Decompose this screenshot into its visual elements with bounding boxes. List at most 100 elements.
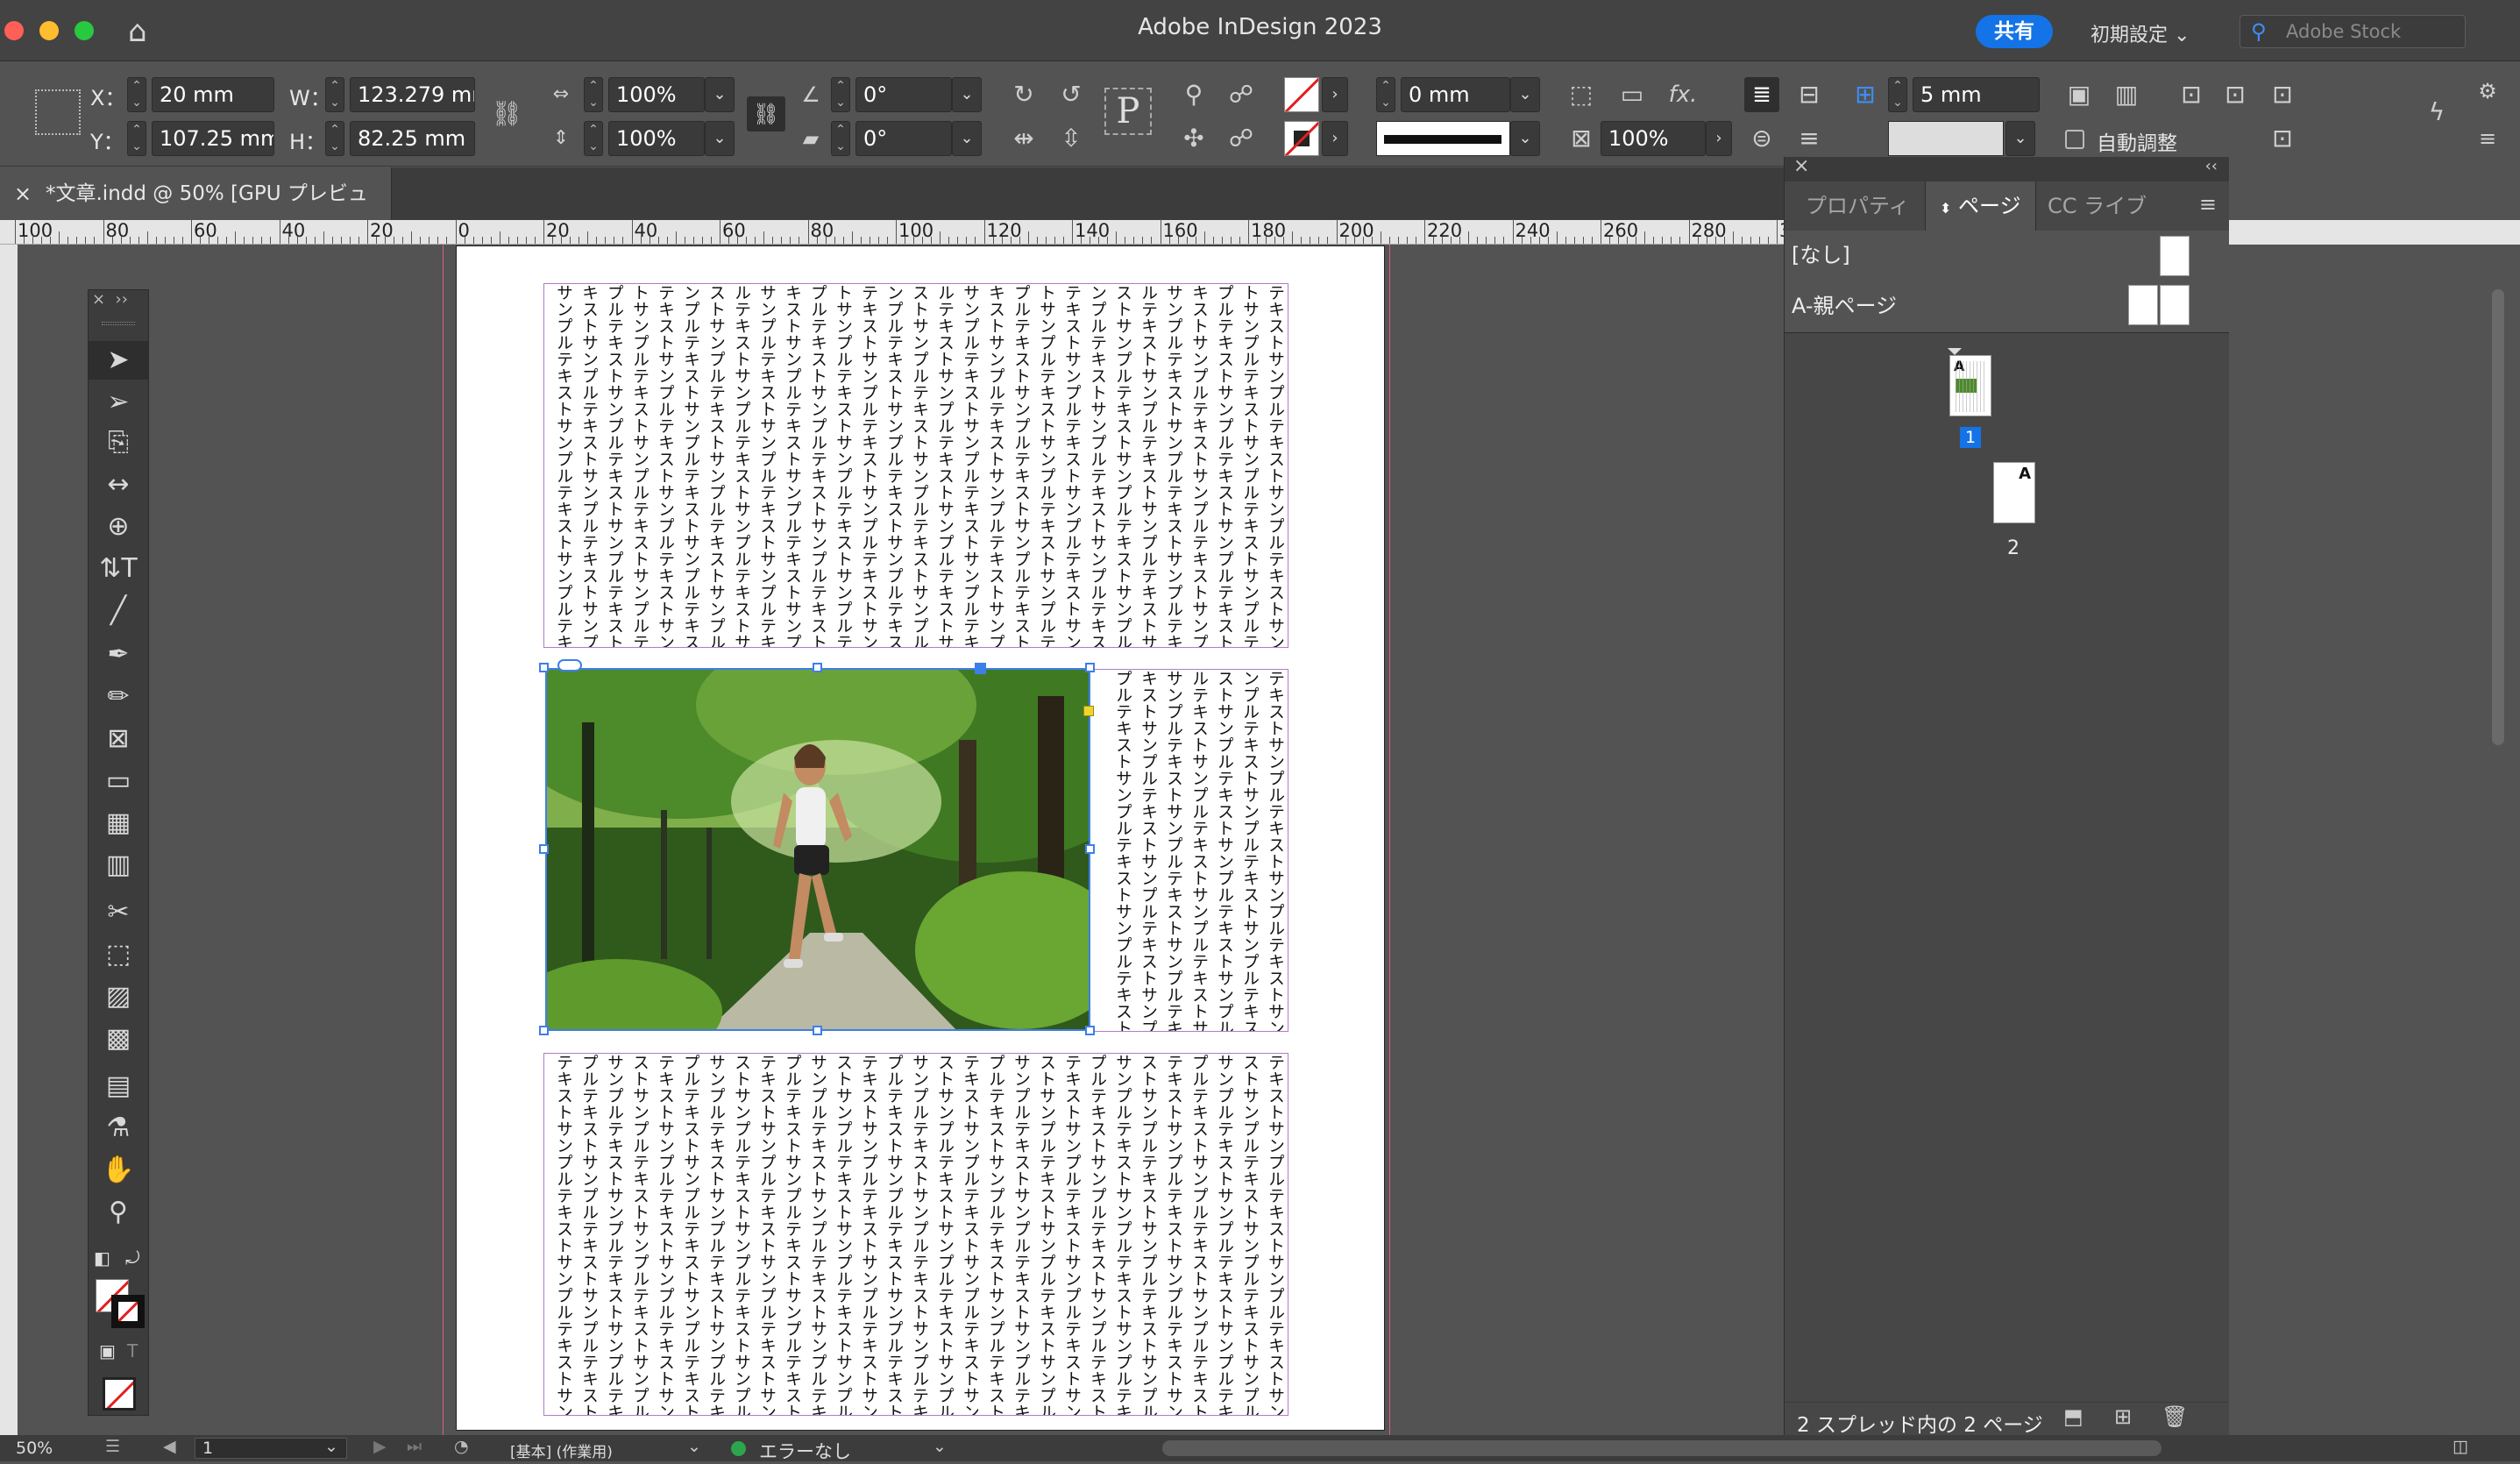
scale-y-dropdown[interactable]: ⌄ [705, 121, 735, 156]
fitting-fit-proportional-icon[interactable]: ▥ [2109, 77, 2144, 112]
page-tool-icon[interactable]: ⎘ [89, 423, 148, 462]
resize-handle-right[interactable] [1085, 844, 1095, 854]
constrain-proportions-icon[interactable]: ⛓ [489, 96, 524, 131]
text-wrap-none-icon[interactable]: ≣ [1744, 77, 1779, 112]
hand-tool-icon[interactable]: ✋ [89, 1151, 148, 1190]
stroke-none-swatch[interactable] [1284, 121, 1319, 156]
workspace-switcher[interactable]: 初期設定 ⌄ [2091, 19, 2190, 47]
pen-tool-icon[interactable]: ✒ [89, 636, 148, 674]
h-stepper[interactable]: ⌃ ⌄ [325, 121, 344, 156]
gear-icon[interactable]: ⚙ [2470, 74, 2505, 109]
share-button[interactable]: 共有 [1976, 15, 2053, 48]
text-frame-reference-icon[interactable]: P [1104, 88, 1152, 135]
stroke-type-field[interactable] [1376, 121, 1510, 156]
master-a-left-thumbnail[interactable] [2128, 285, 2158, 325]
opacity-menu[interactable]: › [1706, 121, 1732, 156]
flip-vertical-icon[interactable]: ⇳ [1054, 121, 1089, 156]
page-options-icon[interactable]: ☰ [105, 1437, 120, 1456]
stroke-weight-dropdown[interactable]: ⌄ [1510, 77, 1540, 112]
toolbox-grip[interactable] [102, 322, 135, 325]
stroke-type-dropdown[interactable]: ⌄ [1510, 121, 1540, 156]
new-page-icon[interactable]: ⊞ [2114, 1404, 2132, 1429]
adobe-stock-search[interactable]: ⚲ Adobe Stock [2240, 15, 2466, 48]
rotate-ccw-icon[interactable]: ↺ [1054, 77, 1089, 112]
preflight-profile-dropdown[interactable]: ⌄ [687, 1437, 701, 1456]
tab-pages[interactable]: ⬍ ページ [1925, 181, 2036, 231]
select-next-icon[interactable]: ☍ [1224, 121, 1259, 156]
gradient-feather-tool-icon[interactable]: ▩ [89, 1020, 148, 1058]
direct-selection-tool-icon[interactable]: ➢ [89, 383, 148, 422]
object-style-dropdown[interactable]: ⌄ [2005, 121, 2035, 156]
apply-none-swatch[interactable] [103, 1377, 136, 1411]
shear-stepper[interactable]: ⌃ ⌄ [831, 121, 850, 156]
page-2-number[interactable]: 2 [2007, 537, 2020, 559]
fit-content-icon[interactable]: ⬚ [1564, 77, 1599, 112]
swap-fill-stroke-icon[interactable]: ⤾ [125, 1247, 146, 1269]
scale-y-stepper[interactable]: ⌃ ⌄ [584, 121, 603, 156]
x-stepper[interactable]: ⌃ ⌄ [127, 77, 146, 112]
stroke-swatch[interactable] [111, 1295, 145, 1328]
previous-page-icon[interactable]: ◀ [163, 1437, 176, 1456]
rectangle-frame-tool-icon[interactable]: ⊠ [89, 720, 148, 758]
rotate-field[interactable]: 0° [855, 77, 952, 112]
constrain-scale-icon[interactable]: ⛓ [747, 96, 785, 131]
resize-handle-top-right[interactable] [1085, 663, 1095, 672]
y-stepper[interactable]: ⌃ ⌄ [127, 121, 146, 156]
gap-tool-icon[interactable]: ↔ [89, 465, 148, 504]
formatting-container-icon[interactable]: ▣ [99, 1340, 116, 1361]
gap-stepper[interactable]: ⌃ ⌄ [1888, 77, 1907, 112]
default-fill-stroke-icon[interactable]: ◧ [94, 1247, 115, 1269]
text-frame-top[interactable]: テキストサンプルテキストサンプルテキストサンプルテキストサンプルテキストサンプル… [543, 283, 1288, 648]
split-view-icon[interactable]: ◫ [2453, 1437, 2468, 1456]
resize-handle-bottom-left[interactable] [539, 1026, 549, 1035]
preflight-profile[interactable]: [基本] (作業用) [510, 1439, 613, 1461]
stroke-swatch-menu[interactable]: › [1322, 121, 1348, 156]
preflight-menu-dropdown[interactable]: ⌄ [933, 1437, 947, 1456]
horizontal-scrollbar[interactable] [1162, 1440, 2162, 1456]
open-document-icon[interactable]: ◔ [454, 1437, 469, 1456]
close-tab-icon[interactable]: × [14, 167, 32, 220]
page-number-dropdown[interactable]: ⌄ [324, 1437, 338, 1456]
vertical-grid-tool-icon[interactable]: ▥ [89, 846, 148, 885]
panel-menu-icon[interactable]: ≡ [2199, 192, 2217, 217]
y-field[interactable]: 107.25 mm [152, 121, 274, 156]
tab-properties[interactable]: プロパティ [1806, 181, 1910, 231]
vertical-scrollbar[interactable] [2492, 289, 2504, 745]
rectangle-tool-icon[interactable]: ▭ [89, 762, 148, 800]
opacity-field[interactable]: 100% [1601, 121, 1706, 156]
h-field[interactable]: 82.25 mm [350, 121, 475, 156]
master-a-label[interactable]: A-親ページ [1792, 288, 1897, 319]
preflight-status[interactable]: エラーなし [759, 1438, 851, 1464]
rotate-dropdown[interactable]: ⌄ [952, 77, 982, 112]
resize-handle-top-left[interactable] [539, 663, 549, 672]
resize-handle-top[interactable] [813, 663, 822, 672]
close-panel-icon[interactable]: × [1793, 155, 1809, 177]
horizontal-ruler-continuation[interactable] [2229, 220, 2520, 245]
resize-handle-bottom-right[interactable] [1085, 1026, 1095, 1035]
resize-handle-bottom[interactable] [813, 1026, 822, 1035]
object-style-field[interactable] [1888, 121, 2004, 156]
edit-page-size-icon[interactable]: ⬒ [2063, 1404, 2083, 1429]
stroke-weight-field[interactable]: 0 mm [1401, 77, 1510, 112]
scale-x-field[interactable]: 100% [608, 77, 705, 112]
fit-frame-to-content-icon[interactable]: ⊡ [2218, 77, 2253, 112]
zoom-tool-icon[interactable]: ⚲ [89, 1193, 148, 1232]
toolbox-header[interactable]: × ›› [92, 290, 145, 315]
last-page-icon[interactable]: ⏭ [407, 1437, 422, 1456]
eyedropper-tool-icon[interactable]: ⚗ [89, 1109, 148, 1148]
page-1-number[interactable]: 1 [1960, 427, 1981, 448]
quick-actions-icon[interactable]: ϟ [2419, 95, 2454, 130]
fill-none-swatch[interactable] [1284, 77, 1319, 112]
text-wrap-bbox-icon[interactable]: ⊟ [1792, 77, 1827, 112]
vertical-type-tool-icon[interactable]: ⇅T [89, 550, 148, 588]
vertical-ruler[interactable] [0, 245, 18, 1435]
select-previous-icon[interactable]: ✣ [1176, 121, 1211, 156]
page-2-thumbnail[interactable]: A [1993, 462, 2035, 523]
delete-page-icon[interactable]: 🗑 [2162, 1404, 2188, 1429]
w-field[interactable]: 123.279 mm [350, 77, 475, 112]
live-corner-handle[interactable] [1083, 706, 1094, 716]
note-tool-icon[interactable]: ▤ [89, 1067, 148, 1105]
photo-frame[interactable] [545, 668, 1090, 1031]
auto-fit-checkbox[interactable] [2065, 130, 2084, 149]
flip-horizontal-icon[interactable]: ⇹ [1006, 121, 1041, 156]
